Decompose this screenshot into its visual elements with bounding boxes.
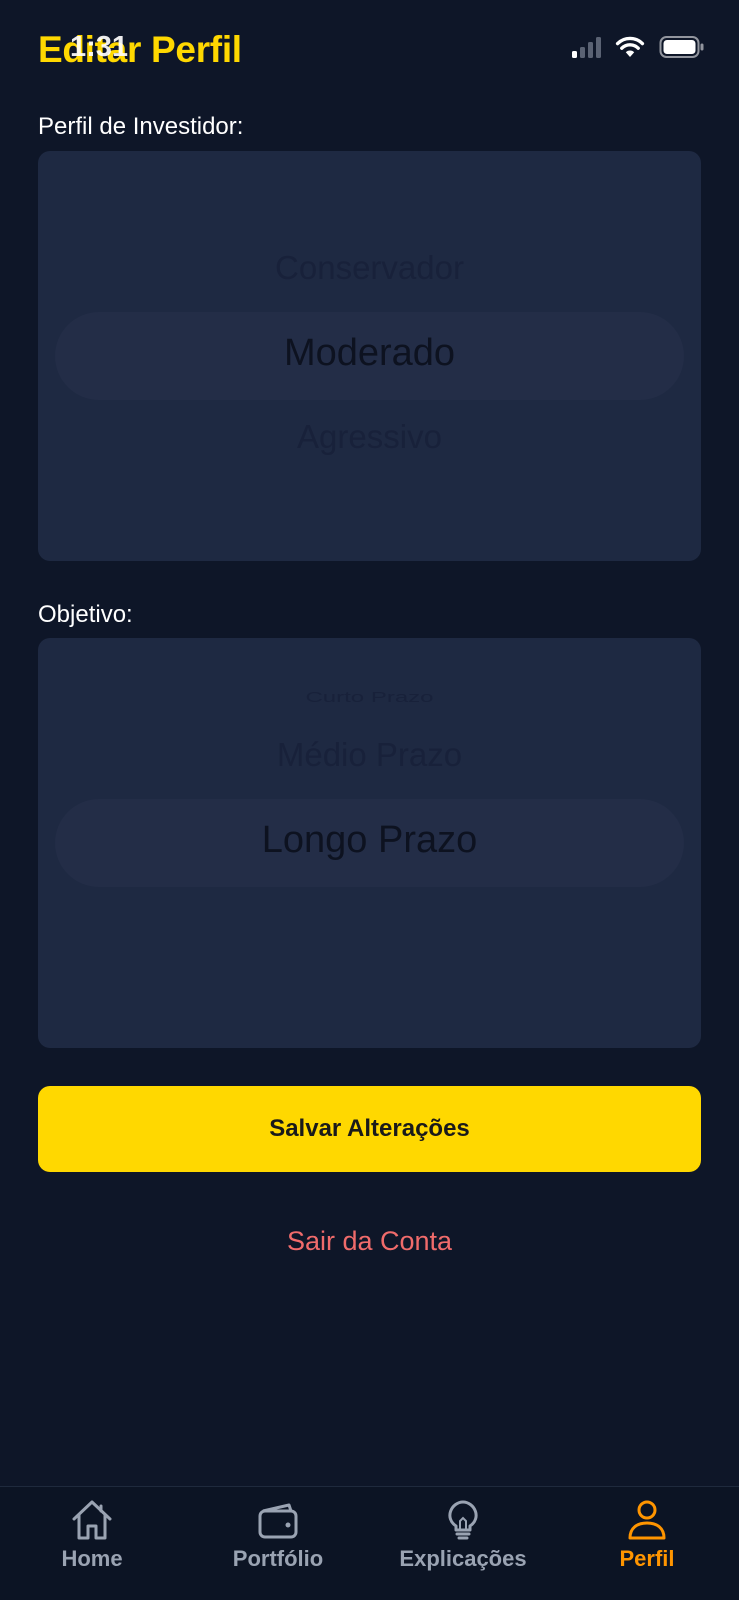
status-icons — [572, 34, 705, 60]
bottom-tab-bar: Home Portfólio Explicações Perfil — [0, 1486, 739, 1600]
tab-explicacoes-label: Explicações — [399, 1546, 527, 1571]
battery-icon — [659, 36, 704, 58]
page-title: Editar Perfil — [38, 29, 242, 70]
tab-perfil[interactable]: Perfil — [607, 1497, 687, 1572]
picker-option-moderado[interactable]: Moderado — [38, 332, 701, 375]
investor-profile-picker[interactable]: Conservador Moderado Agressivo — [38, 151, 701, 561]
tab-portfolio-label: Portfólio — [232, 1546, 324, 1571]
picker-option-agressivo[interactable]: Agressivo — [38, 418, 701, 456]
wifi-icon — [615, 36, 645, 57]
objective-label: Objetivo: — [38, 601, 133, 628]
logout-link[interactable]: Sair da Conta — [0, 1226, 739, 1257]
picker-option-curto-prazo[interactable]: Curto Prazo — [38, 690, 701, 707]
picker-option-longo-prazo[interactable]: Longo Prazo — [38, 819, 701, 862]
edit-profile-screen: Editar Perfil 1:31 Perfil de Investidor:… — [0, 0, 739, 1600]
signal-icon — [572, 36, 601, 58]
tab-perfil-label: Perfil — [619, 1546, 675, 1571]
lightbulb-icon — [448, 1500, 478, 1540]
user-icon — [628, 1500, 666, 1540]
tab-home-label: Home — [61, 1546, 123, 1571]
status-time: 1:31 — [70, 31, 129, 63]
save-changes-button[interactable]: Salvar Alterações — [38, 1086, 701, 1172]
tab-portfolio[interactable]: Portfólio — [221, 1497, 335, 1572]
picker-option-conservador[interactable]: Conservador — [38, 249, 701, 287]
picker-option-medio-prazo[interactable]: Médio Prazo — [38, 736, 701, 774]
investor-profile-label: Perfil de Investidor: — [38, 113, 244, 140]
home-icon — [72, 1500, 112, 1540]
wallet-icon — [258, 1503, 298, 1539]
objective-picker[interactable]: Curto Prazo Médio Prazo Longo Prazo — [38, 638, 701, 1048]
tab-home[interactable]: Home — [47, 1497, 137, 1572]
tab-explicacoes[interactable]: Explicações — [393, 1497, 533, 1572]
